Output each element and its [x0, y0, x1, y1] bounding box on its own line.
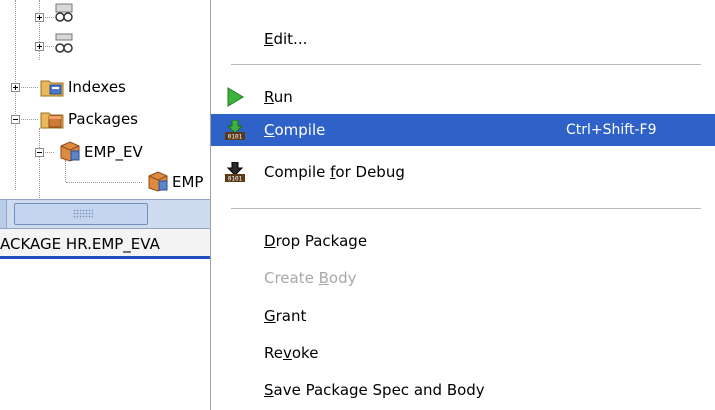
- menu-item-run[interactable]: Run: [211, 81, 715, 113]
- menu-item-drop-package[interactable]: Drop Package: [211, 225, 715, 257]
- run-icon: [227, 87, 244, 107]
- editor-tab-title: ACKAGE HR.EMP_EVA: [0, 235, 160, 253]
- tree-node-packages[interactable]: Packages: [68, 110, 138, 128]
- menu-item-label: Compile: [264, 121, 326, 139]
- scroll-left-cap[interactable]: [0, 200, 7, 228]
- tree-node-package-spec[interactable]: EMP: [172, 173, 203, 191]
- grip-icon: [73, 209, 93, 219]
- menu-item-create-body: Create Body: [211, 262, 715, 294]
- menu-item-label: Compile for Debug: [264, 163, 405, 181]
- tree-guide-line: [65, 160, 66, 182]
- menu-item-shortcut: Ctrl+Shift-F9: [566, 122, 657, 138]
- expand-toggle[interactable]: [35, 42, 44, 51]
- menu-item-label: Create Body: [264, 269, 357, 287]
- menu-item-label: Run: [264, 88, 293, 106]
- menu-separator: [231, 208, 701, 210]
- menu-item-edit[interactable]: Edit...: [211, 23, 715, 55]
- object-icon: [55, 33, 73, 53]
- horizontal-scrollbar[interactable]: [0, 199, 210, 229]
- svg-text:0101: 0101: [228, 134, 243, 141]
- tree-guide-line: [39, 0, 40, 60]
- editor-area: [0, 259, 210, 410]
- menu-item-compile[interactable]: 0101 Compile Ctrl+Shift-F9: [211, 114, 715, 146]
- collapse-toggle[interactable]: [11, 115, 20, 124]
- tree-node-indexes[interactable]: Indexes: [68, 78, 126, 96]
- menu-item-label: Edit...: [264, 30, 308, 48]
- object-icon: [55, 3, 73, 22]
- menu-item-label: Drop Package: [264, 232, 368, 250]
- menu-item-grant[interactable]: Grant: [211, 300, 715, 332]
- context-menu: Edit... Run 0101 Compile Ctrl+Shift-F9 0…: [210, 0, 715, 410]
- menu-item-label: Save Package Spec and Body: [264, 381, 485, 399]
- navigator-tree: Indexes Packages EMP_EV EMP: [0, 0, 210, 200]
- indexes-folder-icon: [40, 80, 64, 97]
- expand-toggle[interactable]: [11, 83, 20, 92]
- tree-node-package[interactable]: EMP_EV: [84, 143, 143, 161]
- editor-tab[interactable]: ACKAGE HR.EMP_EVA: [0, 229, 210, 259]
- tree-guide-line: [66, 182, 142, 183]
- expand-toggle[interactable]: [35, 13, 44, 22]
- menu-item-revoke[interactable]: Revoke: [211, 337, 715, 369]
- svg-text:0101: 0101: [228, 176, 243, 183]
- package-spec-icon: [148, 171, 168, 192]
- compile-icon: 0101: [225, 120, 245, 140]
- menu-item-label: Grant: [264, 307, 307, 325]
- menu-item-label: Revoke: [264, 344, 319, 362]
- compile-debug-icon: 0101: [225, 162, 245, 182]
- packages-folder-icon: [40, 112, 64, 129]
- scrollbar-thumb[interactable]: [14, 203, 148, 225]
- menu-item-compile-for-debug[interactable]: 0101 Compile for Debug: [211, 156, 715, 188]
- menu-item-save-package-spec-and-body[interactable]: Save Package Spec and Body: [211, 374, 715, 406]
- tree-guide-line: [39, 128, 40, 200]
- collapse-toggle[interactable]: [35, 148, 44, 157]
- menu-separator: [231, 64, 701, 66]
- package-icon: [60, 141, 80, 162]
- tree-guide-line: [15, 0, 16, 190]
